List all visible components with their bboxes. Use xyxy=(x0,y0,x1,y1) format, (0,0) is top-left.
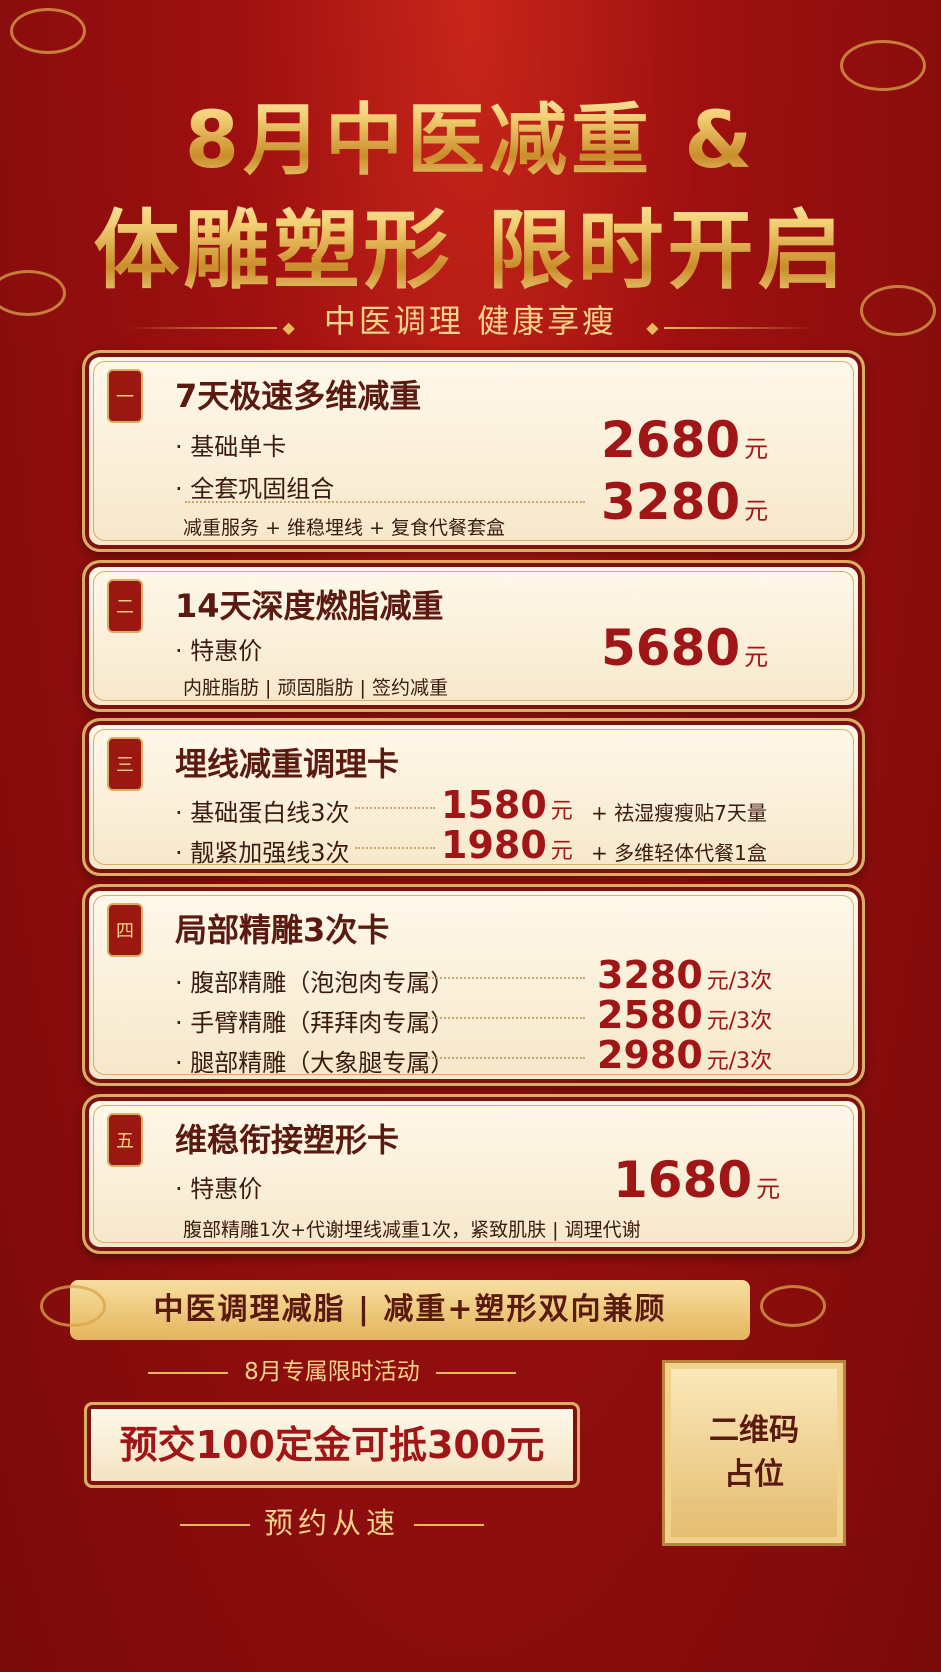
package-price: 1680 元 xyxy=(613,1151,781,1209)
package-description: 腹部精雕1次+代谢埋线减重1次，紧致肌肤 | 调理代谢 xyxy=(183,1219,641,1241)
divider-left xyxy=(179,1524,250,1526)
page-title-line1: 8月中医减重 & xyxy=(0,78,941,190)
package-bonus: + 祛湿瘦瘦贴7天量 xyxy=(591,801,767,825)
event-label-row: 8月专属限时活动 xyxy=(82,1352,582,1386)
slogan-banner: 中医调理减脂 | 减重+塑形双向兼顾 xyxy=(70,1280,750,1340)
card-number-badge: 一 xyxy=(107,369,143,423)
package-item-label: · 手臂精雕（拜拜肉专属） xyxy=(175,1009,455,1037)
subtitle: 中医调理 健康享瘦 xyxy=(323,302,618,340)
package-item-label: · 基础蛋白线3次 xyxy=(175,799,350,827)
dotted-leader xyxy=(355,807,435,809)
package-price: 1580 元 xyxy=(441,783,573,827)
card-title: 埋线减重调理卡 xyxy=(175,745,400,783)
event-label: 8月专属限时活动 xyxy=(244,1359,420,1385)
package-price: 3280 元/3次 xyxy=(597,953,773,997)
package-price: 3280 元 xyxy=(601,473,769,531)
card-title: 维稳衔接塑形卡 xyxy=(175,1121,400,1159)
package-card-3[interactable]: 三 埋线减重调理卡 · 基础蛋白线3次 1580 元 + 祛湿瘦瘦贴7天量 · 靓… xyxy=(82,718,865,876)
package-bonus: + 多维轻体代餐1盒 xyxy=(591,841,767,865)
package-item-label: · 全套巩固组合 xyxy=(175,475,335,503)
qr-line1: 二维码 xyxy=(709,1413,799,1448)
cloud-ornament-top-left xyxy=(10,8,86,54)
package-card-5[interactable]: 五 维稳衔接塑形卡 · 特惠价 1680 元 腹部精雕1次+代谢埋线减重1次，紧致… xyxy=(82,1094,865,1254)
package-item-label: · 特惠价 xyxy=(175,637,263,665)
divider-right xyxy=(414,1524,484,1526)
divider-right xyxy=(435,1371,516,1374)
subtitle-row: ◆ 中医调理 健康享瘦 ◆ xyxy=(0,296,941,342)
dotted-leader xyxy=(425,1017,585,1019)
card-title: 局部精雕3次卡 xyxy=(175,911,390,949)
cloud-ornament-banner-right xyxy=(760,1285,826,1327)
package-item-label: · 腹部精雕（泡泡肉专属） xyxy=(175,969,455,997)
dotted-leader xyxy=(355,847,435,849)
package-price: 2980 元/3次 xyxy=(597,1033,773,1077)
package-price: 2580 元/3次 xyxy=(597,993,773,1037)
deposit-offer[interactable]: 预交100定金可抵300元 xyxy=(84,1402,580,1488)
package-item-label: · 靓紧加强线3次 xyxy=(175,839,350,867)
card-title: 14天深度燃脂减重 xyxy=(175,587,444,625)
qr-line2: 占位 xyxy=(724,1457,784,1492)
package-description: 减重服务 + 维稳埋线 + 复食代餐套盒 xyxy=(183,517,505,539)
divider-left xyxy=(127,326,278,329)
card-number-badge: 四 xyxy=(107,903,143,957)
package-price: 2680 元 xyxy=(601,411,769,469)
package-item-label: · 腿部精雕（大象腿专属） xyxy=(175,1049,455,1077)
package-price: 5680 元 xyxy=(601,619,769,677)
cloud-ornament-banner-left xyxy=(40,1285,106,1327)
dotted-leader xyxy=(185,501,585,503)
card-number-badge: 二 xyxy=(107,579,143,633)
card-number-badge: 三 xyxy=(107,737,143,791)
divider-left xyxy=(148,1371,229,1374)
package-card-4[interactable]: 四 局部精雕3次卡 · 腹部精雕（泡泡肉专属） 3280 元/3次 · 手臂精雕（… xyxy=(82,884,865,1086)
package-description: 内脏脂肪 | 顽固脂肪 | 签约减重 xyxy=(183,677,448,699)
qr-code-placeholder[interactable]: 二维码 占位 xyxy=(662,1360,846,1546)
package-card-2[interactable]: 二 14天深度燃脂减重 · 特惠价 5680 元 内脏脂肪 | 顽固脂肪 | 签约… xyxy=(82,560,865,712)
diamond-icon: ◆ xyxy=(282,318,295,337)
dotted-leader xyxy=(425,977,585,979)
card-title: 7天极速多维减重 xyxy=(175,377,422,415)
page-title-line2: 体雕塑形 限时开启 xyxy=(0,180,941,305)
package-item-label: · 特惠价 xyxy=(175,1175,263,1203)
book-now-label: 预约从速 xyxy=(263,1506,400,1540)
book-now-row: 预约从速 xyxy=(82,1500,582,1542)
package-card-1[interactable]: 一 7天极速多维减重 · 基础单卡 2680 元 · 全套巩固组合 3280 元 减… xyxy=(82,350,865,552)
package-item-label: · 基础单卡 xyxy=(175,433,287,461)
divider-right xyxy=(663,326,814,329)
dotted-leader xyxy=(425,1057,585,1059)
card-number-badge: 五 xyxy=(107,1113,143,1167)
diamond-icon: ◆ xyxy=(646,318,659,337)
package-price: 1980 元 xyxy=(441,823,573,867)
